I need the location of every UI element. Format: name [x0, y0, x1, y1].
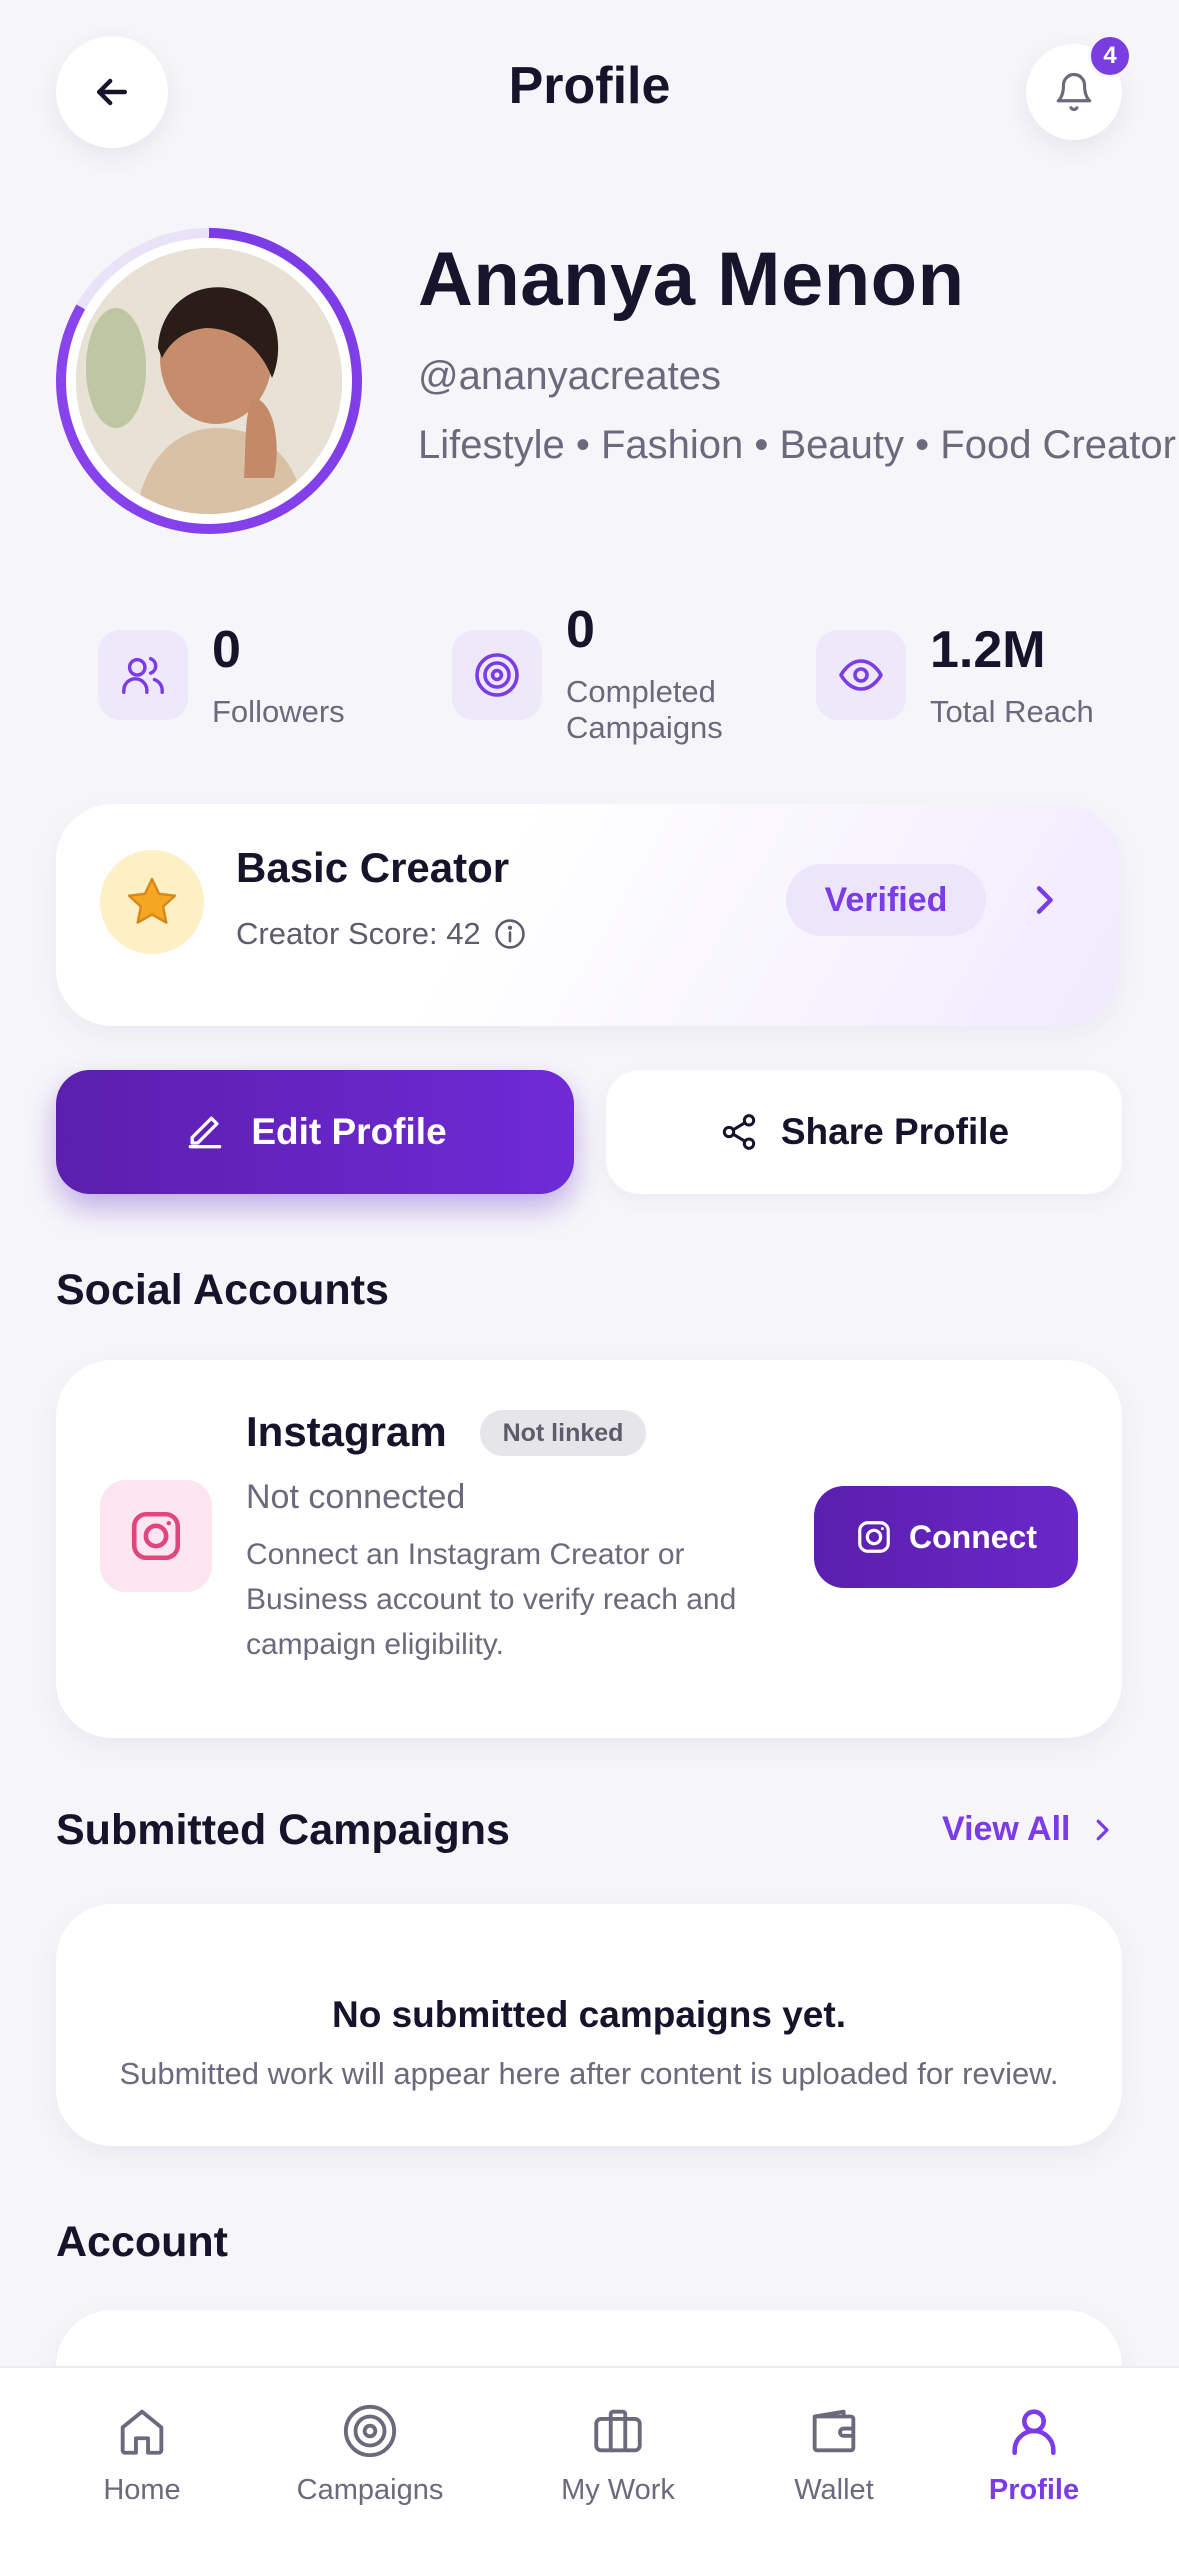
wallet-icon	[812, 2409, 856, 2453]
target-icon	[343, 2404, 397, 2458]
followers-stat-icon	[98, 630, 188, 720]
account-title: Account	[56, 2218, 228, 2266]
connection-status: Not connected	[246, 1478, 466, 1516]
tier-title: Basic Creator	[236, 844, 510, 891]
nav-item-home[interactable]: Home	[42, 2402, 242, 2507]
profile-handle: @ananyacreates	[418, 354, 722, 398]
profile-name: Ananya Menon	[418, 237, 965, 322]
instagram-account-card: Instagram Not linked Not connected Conne…	[56, 1360, 1122, 1738]
share-profile-label: Share Profile	[780, 1111, 1010, 1152]
completed-campaigns-value: 0	[566, 601, 595, 659]
completed-campaigns-label: Completed Campaigns	[566, 674, 723, 745]
page-title: Profile	[508, 57, 671, 115]
nav-item-my-work[interactable]: My Work	[518, 2402, 718, 2507]
user-icon	[1012, 2409, 1056, 2456]
connect-instagram-button[interactable]: Connect	[814, 1486, 1078, 1588]
share-icon	[722, 1114, 756, 1150]
nav-label-profile: Profile	[988, 2474, 1080, 2506]
briefcase-icon	[594, 2409, 642, 2453]
bell-icon	[1056, 73, 1092, 112]
nav-label-my-work: My Work	[561, 2474, 675, 2506]
instagram-description: Connect an Instagram Creator or Business…	[246, 1538, 737, 1661]
connect-label: Connect	[909, 1518, 1037, 1555]
eye-icon	[839, 659, 883, 691]
users-icon	[122, 656, 164, 694]
avatar-photo	[76, 248, 342, 514]
star-badge	[100, 850, 204, 954]
empty-state-subtitle: Submitted work will appear here after co…	[119, 2056, 1059, 2091]
instagram-icon	[858, 1521, 890, 1553]
followers-value: 0	[212, 621, 241, 679]
bottom-navigation: Home Campaigns My Work Wallet Profile	[0, 2366, 1179, 2556]
nav-item-campaigns[interactable]: Campaigns	[270, 2402, 470, 2507]
instagram-icon-box	[100, 1480, 212, 1592]
submitted-campaigns-empty-card: No submitted campaigns yet. Submitted wo…	[56, 1904, 1122, 2146]
creator-score-label: Creator Score: 42	[236, 916, 481, 951]
info-icon[interactable]	[493, 917, 527, 951]
creator-tier-card[interactable]: Basic Creator Creator Score: 42 Verified	[56, 804, 1120, 1026]
view-all-label: View All	[942, 1810, 1071, 1848]
social-accounts-title: Social Accounts	[56, 1266, 389, 1314]
empty-state-title: No submitted campaigns yet.	[332, 1994, 846, 2035]
link-status-badge: Not linked	[480, 1410, 646, 1456]
target-icon	[475, 653, 519, 697]
chevron-right-icon	[1096, 1819, 1109, 1840]
star-icon	[127, 877, 177, 924]
notification-count-badge: 4	[1088, 34, 1132, 78]
nav-item-wallet[interactable]: Wallet	[734, 2402, 934, 2507]
share-profile-button[interactable]: Share Profile	[606, 1070, 1122, 1194]
nav-label-home: Home	[103, 2474, 181, 2506]
verified-badge: Verified	[786, 864, 986, 936]
view-all-link[interactable]: View All	[942, 1810, 1117, 1849]
chevron-right-icon[interactable]	[1024, 880, 1064, 920]
avatar[interactable]	[56, 228, 362, 534]
instagram-title: Instagram	[246, 1408, 447, 1455]
instagram-icon	[131, 1511, 181, 1561]
followers-label: Followers	[212, 694, 345, 729]
pencil-icon	[189, 1116, 222, 1149]
edit-profile-button[interactable]: Edit Profile	[56, 1070, 574, 1194]
reach-stat-icon	[816, 630, 906, 720]
nav-label-campaigns: Campaigns	[296, 2474, 444, 2506]
campaigns-stat-icon	[452, 630, 542, 720]
edit-profile-label: Edit Profile	[251, 1111, 447, 1152]
nav-label-wallet: Wallet	[794, 2474, 874, 2506]
total-reach-label: Total Reach	[930, 694, 1094, 729]
profile-niches: Lifestyle • Fashion • Beauty • Food Crea…	[418, 423, 1176, 467]
nav-item-profile[interactable]: Profile	[934, 2402, 1134, 2507]
home-icon	[120, 2409, 164, 2455]
submitted-campaigns-title: Submitted Campaigns	[56, 1806, 510, 1854]
total-reach-value: 1.2M	[930, 621, 1046, 679]
